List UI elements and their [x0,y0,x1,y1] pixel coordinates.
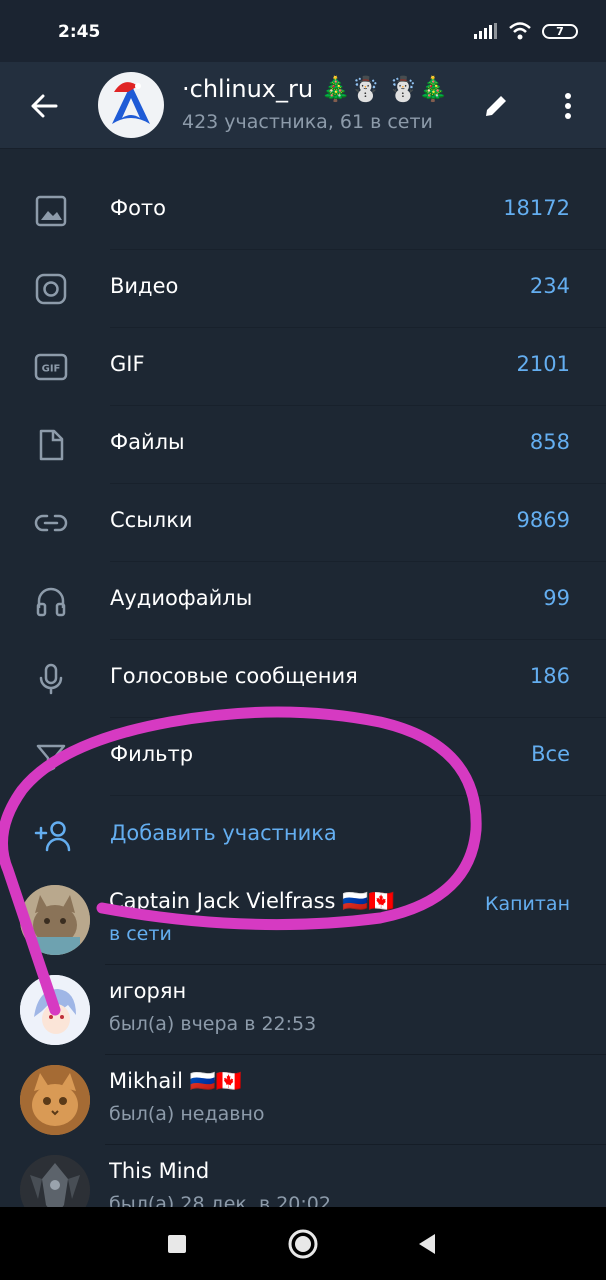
recents-button[interactable] [160,1227,194,1261]
member-role-badge: Капитан [484,893,570,915]
media-label: Фильтр [110,742,194,766]
media-row-files[interactable]: Файлы 858 [0,406,606,484]
status-bar: 2:45 7 [0,0,606,62]
member-row[interactable]: Captain Jack Vielfrass 🇷🇺🇨🇦 в сети Капит… [0,875,606,965]
media-count: 99 [543,586,570,610]
square-icon [168,1235,186,1253]
more-vertical-icon [565,93,571,119]
add-member-button[interactable]: Добавить участника [0,797,606,875]
link-icon [34,514,68,532]
arrow-left-icon [31,94,58,118]
member-name: Captain Jack Vielfrass 🇷🇺🇨🇦 [109,889,395,913]
media-label: Фото [110,196,167,220]
edit-button[interactable] [476,86,516,126]
member-row[interactable]: This Mind был(а) 28 дек. в 20:02 [0,1145,606,1207]
back-button[interactable] [24,86,64,126]
gif-icon: GIF [34,353,68,381]
member-status: в сети [109,923,172,945]
media-count: 2101 [516,352,570,376]
media-label: Ссылки [110,508,193,532]
mech-avatar-icon [20,1155,90,1207]
signal-icon [474,23,497,39]
filter-icon [36,744,66,773]
back-nav-button[interactable] [410,1227,444,1261]
member-row[interactable]: Mikhail 🇷🇺🇨🇦 был(а) недавно [0,1055,606,1145]
battery-level: 7 [556,24,564,38]
group-avatar[interactable] [98,72,164,138]
divider [110,795,606,796]
member-name: игорян [109,979,187,1003]
media-row-voice[interactable]: Голосовые сообщения 186 [0,640,606,718]
avatar [20,1065,90,1135]
system-nav-bar [0,1207,606,1280]
member-status: был(а) вчера в 22:53 [109,1013,317,1035]
member-row[interactable]: игорян был(а) вчера в 22:53 [0,965,606,1055]
media-label: GIF [110,352,145,376]
pencil-icon [486,96,506,116]
media-count: 858 [529,430,570,454]
arch-logo-icon [112,82,150,124]
media-row-photo[interactable]: Фото 18172 [0,172,606,250]
triangle-back-icon [419,1234,435,1254]
member-name: Mikhail 🇷🇺🇨🇦 [109,1069,242,1093]
media-label: Файлы [110,430,185,454]
member-status: был(а) недавно [109,1103,265,1125]
media-row-gif[interactable]: GIF GIF 2101 [0,328,606,406]
headphones-icon [36,587,66,617]
wifi-icon [509,22,531,40]
photo-icon [35,195,67,227]
file-icon [39,429,64,461]
member-status: был(а) 28 дек. в 20:02 [109,1193,331,1207]
cat-avatar-icon [20,1065,90,1135]
add-user-icon [34,821,71,852]
group-subtitle: 423 участника, 61 в сети [182,111,433,133]
media-label: Голосовые сообщения [110,664,358,688]
video-icon [35,273,67,305]
media-row-links[interactable]: Ссылки 9869 [0,484,606,562]
avatar [20,1155,90,1207]
microphone-icon [39,663,63,695]
anime-avatar-icon [20,975,90,1045]
home-button[interactable] [286,1227,320,1261]
media-count: 234 [529,274,570,298]
media-count: Все [531,742,570,766]
add-member-label: Добавить участника [110,821,337,845]
cat-avatar-icon [20,885,90,955]
media-label: Аудиофайлы [110,586,253,610]
avatar [20,885,90,955]
media-row-filter[interactable]: Фильтр Все [0,718,606,796]
media-row-audio[interactable]: Аудиофайлы 99 [0,562,606,640]
avatar [20,975,90,1045]
media-row-video[interactable]: Видео 234 [0,250,606,328]
member-name: This Mind [109,1159,210,1183]
battery-icon: 7 [542,23,578,39]
media-count: 9869 [516,508,570,532]
group-title: ·chlinux_ru 🎄☃️ ☃️🎄 [182,75,448,103]
media-label: Видео [110,274,179,298]
circle-icon [288,1229,318,1259]
chat-header: ·chlinux_ru 🎄☃️ ☃️🎄 423 участника, 61 в … [0,62,606,149]
status-icons: 7 [474,22,578,40]
status-time: 2:45 [58,22,101,42]
svg-text:GIF: GIF [42,364,61,375]
media-count: 186 [529,664,570,688]
more-menu-button[interactable] [548,86,588,126]
media-count: 18172 [503,196,570,220]
